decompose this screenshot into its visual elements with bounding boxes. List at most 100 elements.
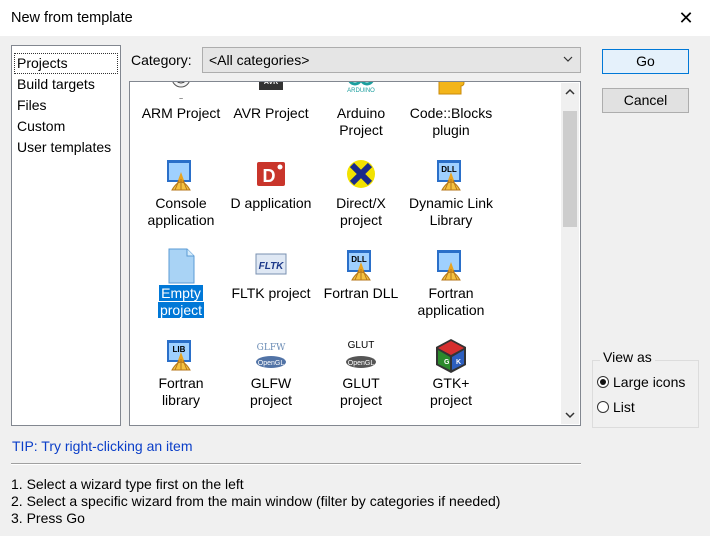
template-label: Dynamic Link Library	[405, 195, 497, 229]
svg-text:G: G	[444, 359, 450, 366]
template-label-line: Dynamic Link	[408, 195, 494, 211]
template-label-line: project	[249, 392, 293, 408]
template-label-line: Fortran	[428, 285, 474, 301]
radio-checked-icon	[597, 376, 609, 388]
fortran-lib-icon: LIB	[167, 340, 191, 371]
title-bar: New from template ✕	[0, 0, 710, 36]
template-label-line: Console	[155, 195, 207, 211]
template-label-line: library	[161, 392, 201, 408]
template-label: Fortran library	[135, 375, 227, 409]
view-list-radio[interactable]: List	[597, 399, 635, 415]
template-label: Empty project	[135, 284, 227, 319]
template-label-line: Project	[339, 122, 383, 138]
template-label-line: D application	[230, 195, 312, 211]
template-label: GTK+ project	[405, 375, 497, 409]
console-app-icon	[167, 160, 191, 191]
view-large-icons-label: Large icons	[613, 374, 686, 390]
svg-text:AVR: AVR	[264, 81, 278, 86]
svg-text:~: ~	[179, 96, 183, 103]
template-label-line: FLTK project	[231, 285, 311, 301]
wizard-type-files[interactable]: Files	[12, 95, 120, 116]
view-list-label: List	[613, 399, 635, 415]
template-label-line: plugin	[432, 122, 470, 138]
glut-icon: GLUT OpenGL	[346, 340, 376, 368]
fortran-app-icon	[437, 250, 461, 281]
view-as-group: View as Large icons List	[592, 349, 699, 428]
scroll-down-icon[interactable]	[561, 406, 579, 424]
svg-text:OpenGL: OpenGL	[348, 360, 375, 367]
template-label-line: application	[417, 302, 485, 318]
scrollbar-thumb[interactable]	[563, 111, 577, 227]
view-large-icons-radio[interactable]: Large icons	[597, 374, 685, 390]
template-label-line: Code::Blocks	[409, 105, 493, 121]
svg-text:LIB: LIB	[173, 345, 186, 354]
instruction-step-1: 1. Select a wizard type first on the lef…	[11, 476, 244, 492]
category-dropdown[interactable]: <All categories>	[202, 47, 581, 73]
instructions: 1. Select a wizard type first on the lef…	[11, 476, 500, 527]
category-label: Category:	[131, 52, 192, 68]
template-label-line: GTK+	[432, 375, 470, 391]
template-label-line: Fortran DLL	[323, 285, 399, 301]
template-label: GLFW project	[225, 375, 317, 409]
fltk-icon: FLTK	[255, 253, 287, 275]
glfw-icon: GLFW OpenGL	[256, 343, 286, 368]
template-label: FLTK project	[225, 285, 317, 302]
directx-icon	[347, 160, 375, 188]
window-title: New from template	[11, 10, 133, 26]
template-label: Console application	[135, 195, 227, 229]
wizard-type-user-templates[interactable]: User templates	[12, 137, 120, 158]
radio-unchecked-icon	[597, 401, 609, 413]
arm-icon: ~	[172, 82, 190, 103]
cancel-button[interactable]: Cancel	[602, 88, 689, 113]
svg-text:FLTK: FLTK	[259, 261, 285, 272]
svg-text:K: K	[456, 359, 461, 366]
dll-icon: DLL	[437, 160, 461, 191]
avr-chip-icon: AVR	[259, 81, 283, 90]
svg-text:DLL: DLL	[351, 255, 367, 264]
template-label-line: ARM Project	[141, 105, 221, 121]
tip-text: TIP: Try right-clicking an item	[12, 438, 193, 454]
svg-text:D: D	[263, 166, 276, 186]
template-label-line: GLUT	[342, 375, 380, 391]
separator	[11, 463, 581, 465]
template-label: GLUT project	[315, 375, 407, 409]
svg-text:ARDUINO: ARDUINO	[347, 88, 375, 94]
wizard-type-projects[interactable]: Projects	[14, 53, 118, 74]
template-label-line: Fortran	[158, 375, 204, 391]
template-label-line: AVR Project	[233, 105, 309, 121]
empty-file-icon	[168, 248, 195, 284]
category-value: <All categories>	[209, 52, 310, 68]
template-label-line: Direct/X	[336, 195, 386, 211]
gtk-icon: GK	[436, 339, 466, 373]
view-as-frame	[592, 360, 699, 428]
template-grid[interactable]: ~ ARM Project AVR AVR Project ARDUINO Arduino…	[129, 81, 581, 426]
template-label-line: application	[147, 212, 215, 228]
template-label: Fortran DLL	[315, 285, 407, 302]
svg-text:GLUT: GLUT	[348, 340, 375, 351]
template-grid-scrollbar[interactable]	[561, 83, 579, 424]
wizard-type-build-targets[interactable]: Build targets	[12, 74, 120, 95]
template-label: Code::Blocks plugin	[405, 105, 497, 139]
scroll-up-icon[interactable]	[561, 83, 579, 101]
svg-text:GLFW: GLFW	[257, 343, 286, 353]
d-app-icon: D	[257, 162, 285, 186]
wizard-type-custom[interactable]: Custom	[12, 116, 120, 137]
close-icon[interactable]: ✕	[676, 8, 696, 28]
template-label: D application	[225, 195, 317, 212]
template-label-line: GLFW	[250, 375, 292, 391]
puzzle-icon	[438, 82, 465, 95]
view-as-legend: View as	[600, 349, 655, 365]
wizard-type-list[interactable]: Projects Build targets Files Custom User…	[11, 45, 121, 426]
template-label: Arduino Project	[315, 105, 407, 139]
instruction-step-2: 2. Select a specific wizard from the mai…	[11, 493, 501, 509]
template-label-line: Library	[429, 212, 473, 228]
chevron-down-icon	[563, 56, 573, 62]
template-label: Direct/X project	[315, 195, 407, 229]
template-label: ARM Project	[135, 105, 227, 122]
template-label-line: project	[339, 392, 383, 408]
template-label: AVR Project	[225, 105, 317, 122]
template-label-line: project	[429, 392, 473, 408]
svg-text:OpenGL: OpenGL	[258, 360, 285, 367]
go-button[interactable]: Go	[602, 49, 689, 74]
template-label-line: project	[156, 301, 206, 319]
